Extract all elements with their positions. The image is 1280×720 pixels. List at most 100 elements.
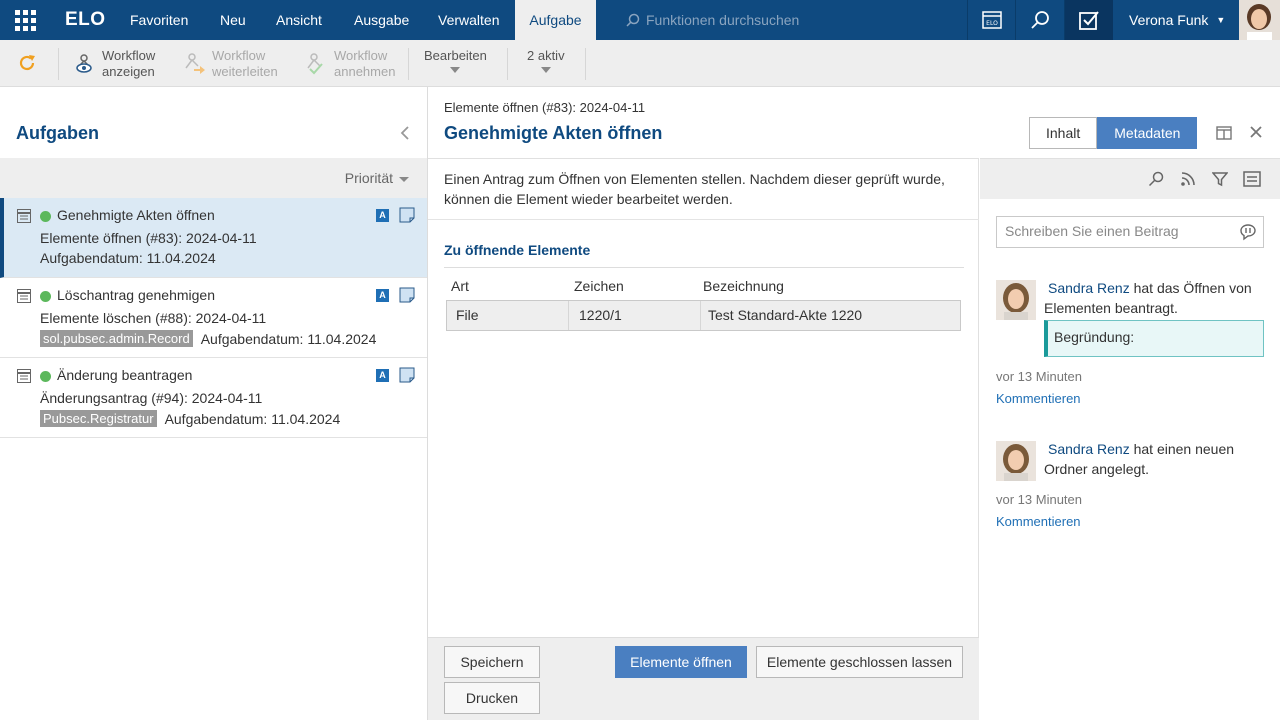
user-name: Verona Funk <box>1129 12 1209 28</box>
sort-bar: Priorität <box>0 158 427 198</box>
table-row[interactable]: File 1220/1 Test Standard-Akte 1220 <box>446 300 961 331</box>
author-name[interactable]: Sandra Renz <box>1044 280 1130 296</box>
column-header-bezeichnung: Bezeichnung <box>703 278 784 294</box>
elo-desktop-button[interactable]: ELO <box>967 0 1015 40</box>
apps-grid-icon <box>14 9 36 31</box>
feed-toolbar <box>980 159 1280 199</box>
close-icon <box>1250 126 1262 138</box>
search-icon[interactable] <box>1148 171 1164 187</box>
comment-bubble-icon[interactable] <box>1239 223 1257 241</box>
list-view-icon[interactable] <box>1243 171 1261 187</box>
form-icon <box>17 369 31 383</box>
refresh-icon <box>19 55 35 71</box>
rss-icon[interactable] <box>1180 171 1196 187</box>
nav-neu[interactable]: Neu <box>220 0 246 40</box>
tasks-button[interactable] <box>1064 0 1113 40</box>
tasks-panel-title: Aufgaben <box>16 123 99 143</box>
form-icon <box>17 209 31 223</box>
forward-workflow-label-2: weiterleiten <box>212 64 278 79</box>
section-title: Zu öffnende Elemente <box>444 242 591 258</box>
task-subtitle: Änderungsantrag (#94): 2024-04-11 <box>40 390 263 406</box>
function-search[interactable]: Funktionen durchsuchen <box>596 0 967 40</box>
task-subtitle: Elemente öffnen (#83): 2024-04-11 <box>40 230 257 246</box>
tasks-panel: Aufgaben Priorität Genehmigte Akten öffn… <box>0 87 428 720</box>
reason-box: Begründung: <box>1044 320 1264 357</box>
tab-inhalt[interactable]: Inhalt <box>1029 117 1098 149</box>
priority-a-badge: A <box>376 369 389 382</box>
task-title: Änderung beantragen <box>57 367 193 383</box>
open-elements-button[interactable]: Elemente öffnen <box>615 646 747 678</box>
status-green-dot <box>40 291 51 302</box>
close-button[interactable] <box>1249 125 1263 142</box>
nav-aufgabe[interactable]: Aufgabe <box>515 0 596 40</box>
reason-label: Begründung: <box>1054 329 1135 345</box>
task-tag: Pubsec.Registratur <box>40 410 157 427</box>
task-title: Löschantrag genehmigen <box>57 287 216 303</box>
elo-logo: ELO <box>65 9 106 30</box>
layout-toggle-button[interactable] <box>1216 125 1232 144</box>
status-green-dot <box>40 371 51 382</box>
filter-icon[interactable] <box>1212 171 1228 187</box>
chevron-down-icon <box>450 67 461 73</box>
status-green-dot <box>40 211 51 222</box>
keep-closed-button[interactable]: Elemente geschlossen lassen <box>756 646 963 678</box>
task-date: Aufgabendatum: 11.04.2024 <box>164 410 341 427</box>
show-workflow-label-2: anzeigen <box>102 64 155 79</box>
user-menu[interactable]: Verona Funk ▼ <box>1113 0 1238 40</box>
breadcrumb: Elemente öffnen (#83): 2024-04-11 <box>444 100 646 115</box>
task-item[interactable]: Genehmigte Akten öffnen A Elemente öffne… <box>0 198 427 278</box>
form-description: Einen Antrag zum Öffnen von Elementen st… <box>444 171 945 207</box>
accept-workflow-label-1: Workflow <box>334 48 388 63</box>
feed-timestamp: vor 13 Minuten <box>996 369 1082 384</box>
task-tag: sol.pubsec.admin.Record <box>40 330 193 347</box>
column-header-art: Art <box>451 278 469 294</box>
form-icon <box>17 289 31 303</box>
search-icon <box>626 13 640 27</box>
active-count-label: 2 aktiv <box>527 48 565 63</box>
task-item[interactable]: Änderung beantragen A Änderungsantrag (#… <box>0 358 427 438</box>
sort-label: Priorität <box>344 170 393 186</box>
collapse-panel-button[interactable] <box>400 125 410 146</box>
feed-timestamp: vor 13 Minuten <box>996 492 1082 507</box>
nav-ausgabe[interactable]: Ausgabe <box>354 0 409 40</box>
task-item[interactable]: Löschantrag genehmigen A Elemente lösche… <box>0 278 427 358</box>
app-launcher-button[interactable] <box>0 0 50 40</box>
nav-ansicht[interactable]: Ansicht <box>276 0 322 40</box>
show-workflow-button[interactable]: Workflow anzeigen <box>72 46 155 82</box>
note-icon <box>399 287 415 303</box>
refresh-button[interactable] <box>16 52 38 77</box>
chevron-down-icon <box>540 67 551 73</box>
show-workflow-label-1: Workflow <box>102 48 156 63</box>
chevron-left-icon <box>400 126 409 140</box>
note-icon <box>399 207 415 223</box>
search-button[interactable] <box>1015 0 1063 40</box>
tab-metadaten[interactable]: Metadaten <box>1097 117 1198 149</box>
post-input[interactable]: Schreiben Sie einen Beitrag <box>996 216 1264 248</box>
top-navigation-bar: ELO Favoriten Neu Ansicht Ausgabe Verwal… <box>0 0 1280 40</box>
task-subtitle: Elemente löschen (#88): 2024-04-11 <box>40 310 267 326</box>
workflow-view-icon <box>76 54 92 73</box>
cell-bezeichnung: Test Standard-Akte 1220 <box>708 307 863 323</box>
active-filter-dropdown[interactable]: 2 aktiv <box>527 48 565 73</box>
archive-icon: ELO <box>981 11 1002 29</box>
print-button[interactable]: Drucken <box>444 682 540 714</box>
form-content: Einen Antrag zum Öffnen von Elementen st… <box>428 158 979 638</box>
layout-icon <box>1216 126 1232 140</box>
author-avatar <box>996 280 1036 320</box>
comment-link[interactable]: Kommentieren <box>996 514 1081 529</box>
nav-favoriten[interactable]: Favoriten <box>130 0 188 40</box>
workflow-accept-icon <box>307 53 323 75</box>
feed-text: Sandra Renz hat das Öffnen von Elementen… <box>1044 278 1266 318</box>
author-name[interactable]: Sandra Renz <box>1044 441 1130 457</box>
save-button[interactable]: Speichern <box>444 646 540 678</box>
forward-workflow-button[interactable]: Workflow weiterleiten <box>182 46 278 82</box>
accept-workflow-button[interactable]: Workflow annehmen <box>304 46 395 82</box>
user-avatar[interactable] <box>1239 0 1280 40</box>
edit-dropdown[interactable]: Bearbeiten <box>424 48 487 73</box>
chevron-down-icon: ▼ <box>1216 15 1226 25</box>
sort-dropdown[interactable]: Priorität <box>345 170 409 186</box>
ribbon-toolbar: Workflow anzeigen Workflow weiterleiten … <box>0 40 1280 87</box>
cell-art: File <box>456 307 479 323</box>
nav-verwalten[interactable]: Verwalten <box>438 0 499 40</box>
comment-link[interactable]: Kommentieren <box>996 391 1081 406</box>
